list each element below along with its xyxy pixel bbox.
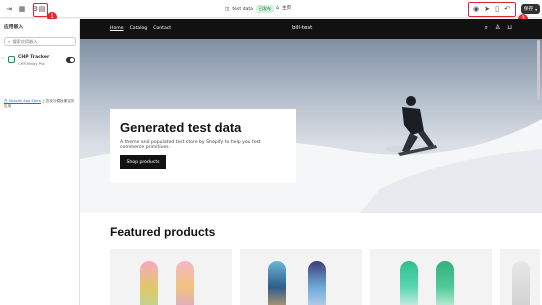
theme-preview: Home Catalog Contact bill-test ⌕ ♙ ⊔ Gen…: [80, 19, 542, 305]
store-nav: Home Catalog Contact: [110, 26, 171, 31]
app-embed-row[interactable]: › CHP Tracker CHP-Relay Pro: [2, 52, 78, 68]
nav-catalog[interactable]: Catalog: [130, 26, 148, 31]
search-input[interactable]: ⌕ 搜索应用嵌入: [4, 37, 76, 46]
cart-icon[interactable]: ⊔: [507, 24, 512, 32]
product-card[interactable]: [500, 249, 540, 305]
shop-products-button[interactable]: Shop products: [120, 155, 166, 169]
template-selector[interactable]: ⌂ 主页: [276, 5, 292, 12]
account-icon[interactable]: ♙: [495, 24, 500, 32]
highlight-box-3: [468, 2, 516, 17]
sidebar-title: 应用嵌入: [4, 25, 24, 30]
search-icon[interactable]: ⌕: [485, 24, 488, 32]
app-embeds-sidebar: 应用嵌入 ⌕ 搜索应用嵌入 › CHP Tracker CHP-Relay Pr…: [0, 19, 80, 305]
nav-contact[interactable]: Contact: [153, 26, 171, 31]
product-image: [176, 261, 194, 305]
product-image: [308, 261, 326, 305]
product-image: [400, 261, 418, 305]
hero-card: Generated test data A theme and populate…: [110, 109, 296, 183]
template-name: 主页: [281, 6, 292, 11]
search-placeholder: 搜索应用嵌入: [12, 38, 38, 44]
exit-icon[interactable]: ⇥: [4, 4, 14, 14]
app-logo-icon: [8, 56, 15, 63]
sections-icon[interactable]: ▦: [17, 4, 27, 14]
featured-title: Featured products: [110, 225, 216, 239]
product-image: [436, 261, 454, 305]
search-icon: ⌕: [8, 39, 11, 44]
theme-selector[interactable]: ◫ test data 已发布: [225, 5, 274, 13]
editor-topbar: ⇥ ▦ ⚙ ▤ ◫ test data 已发布 ⌂ 主页 ◉ ➤ ▯ ↶ 保存 …: [0, 0, 542, 18]
store-header: Home Catalog Contact bill-test ⌕ ♙ ⊔: [80, 19, 542, 39]
nav-home[interactable]: Home: [110, 26, 124, 31]
store-name[interactable]: bill-test: [292, 25, 312, 31]
theme-name: test data: [232, 6, 253, 12]
chevron-down-icon[interactable]: ▾: [535, 7, 537, 12]
theme-icon: ◫: [225, 6, 230, 12]
home-icon: ⌂: [276, 5, 279, 11]
status-badge: 已发布: [255, 5, 274, 13]
app-vendor: CHP-Relay Pro: [18, 61, 45, 66]
preview-scrollbar[interactable]: [537, 40, 540, 100]
product-card[interactable]: [240, 249, 362, 305]
chevron-right-icon[interactable]: ›: [2, 56, 4, 61]
hero-banner: Generated test data A theme and populate…: [80, 39, 542, 213]
save-label: 保存: [523, 7, 534, 12]
product-image: [268, 261, 286, 305]
app-embed-toggle[interactable]: [66, 57, 75, 63]
hero-title: Generated test data: [120, 120, 242, 135]
product-image: [512, 261, 530, 305]
app-store-link[interactable]: 在 Shopify App Store: [4, 99, 41, 103]
product-card[interactable]: [370, 249, 492, 305]
product-image: [140, 261, 158, 305]
header-icons: ⌕ ♙ ⊔: [485, 24, 512, 32]
app-store-note: 在 Shopify App Store 上查找与模板兼容的应用: [4, 99, 76, 109]
hero-subtitle: A theme and populated test store by Shop…: [120, 140, 261, 150]
app-name: CHP Tracker: [18, 55, 50, 60]
product-card[interactable]: [110, 249, 232, 305]
highlight-box-1: [33, 3, 48, 17]
save-button[interactable]: 保存 ▾: [521, 4, 540, 14]
